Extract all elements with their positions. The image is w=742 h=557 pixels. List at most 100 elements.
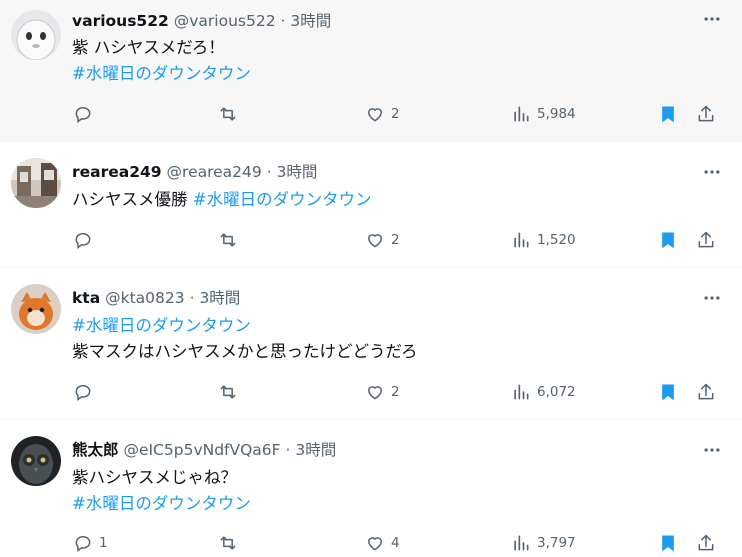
retweet-icon	[220, 233, 236, 247]
tweet[interactable]: rearea249 @rearea249 · 3時間 ハシヤスメ優勝 #水曜日の…	[0, 142, 742, 268]
user-handle[interactable]: @rearea249	[167, 163, 262, 181]
views-button[interactable]: 1,520	[511, 230, 576, 250]
retweet-button[interactable]	[218, 382, 238, 402]
views-icon	[514, 232, 529, 248]
reply-icon	[75, 232, 91, 250]
reply-icon	[75, 535, 91, 553]
views-icon	[514, 106, 529, 122]
tweet-text: ハシヤスメ優勝 #水曜日のダウンタウン	[72, 188, 372, 212]
like-count: 4	[391, 535, 400, 551]
display-name[interactable]: rearea249	[72, 163, 162, 181]
user-handle[interactable]: @eIC5p5vNdfVQa6F	[123, 441, 280, 459]
more-options-button[interactable]	[698, 162, 726, 182]
separator-dot: ·	[280, 12, 286, 30]
retweet-button[interactable]	[218, 533, 238, 553]
like-count: 2	[391, 232, 400, 248]
views-button[interactable]: 6,072	[511, 382, 576, 402]
bookmark-button[interactable]	[658, 104, 678, 124]
view-count: 6,072	[537, 384, 576, 400]
reply-button[interactable]	[73, 382, 99, 402]
bookmark-icon	[662, 232, 674, 249]
hashtag-link[interactable]: #水曜日のダウンタウン	[193, 190, 372, 209]
share-button[interactable]	[696, 104, 716, 124]
reply-icon	[75, 384, 91, 402]
retweet-icon	[220, 107, 236, 121]
hashtag-link[interactable]: #水曜日のダウンタウン	[72, 314, 251, 338]
tweet-actions: 2 5,984	[0, 104, 742, 128]
like-count: 2	[391, 106, 400, 122]
share-icon	[698, 105, 714, 122]
more-options-button[interactable]	[698, 9, 726, 29]
tweet[interactable]: various522 @various522 · 3時間 紫 ハシヤスメだろ！ …	[0, 0, 742, 142]
display-name[interactable]: kta	[72, 289, 100, 307]
view-count: 1,520	[537, 232, 576, 248]
separator-dot: ·	[266, 163, 272, 181]
more-icon	[704, 17, 720, 21]
display-name[interactable]: various522	[72, 12, 169, 30]
display-name[interactable]: 熊太郎	[72, 441, 119, 459]
like-button[interactable]: 2	[365, 104, 400, 124]
reply-count: 1	[99, 535, 108, 551]
more-options-button[interactable]	[698, 288, 726, 308]
timestamp[interactable]: 3時間	[290, 12, 331, 30]
reply-button[interactable]: 1	[73, 533, 108, 553]
reply-button[interactable]	[73, 104, 99, 124]
tweet-actions: 2 1,520	[0, 230, 742, 254]
like-count: 2	[391, 384, 400, 400]
share-button[interactable]	[696, 230, 716, 250]
tweet-actions: 1 4 3,797	[0, 533, 742, 557]
views-button[interactable]: 3,797	[511, 533, 576, 553]
reply-button[interactable]	[73, 230, 99, 250]
views-button[interactable]: 5,984	[511, 104, 576, 124]
more-options-button[interactable]	[698, 440, 726, 460]
like-icon	[368, 537, 382, 551]
hashtag-link[interactable]: #水曜日のダウンタウン	[72, 492, 251, 516]
tweet[interactable]: 熊太郎 @eIC5p5vNdfVQa6F · 3時間 紫ハシヤスメじゃね？ #水…	[0, 420, 742, 555]
separator-dot: ·	[285, 441, 291, 459]
view-count: 5,984	[537, 106, 576, 122]
like-button[interactable]: 4	[365, 533, 400, 553]
view-count: 3,797	[537, 535, 576, 551]
retweet-icon	[220, 536, 236, 550]
tweet[interactable]: kta @kta0823 · 3時間 #水曜日のダウンタウン 紫マスクはハシヤス…	[0, 268, 742, 420]
bookmark-button[interactable]	[658, 382, 678, 402]
reply-icon	[75, 106, 91, 124]
tweet-text: 紫 ハシヤスメだろ！	[72, 38, 225, 57]
like-icon	[368, 234, 382, 248]
user-handle[interactable]: @kta0823	[105, 289, 185, 307]
like-button[interactable]: 2	[365, 382, 400, 402]
retweet-button[interactable]	[218, 104, 238, 124]
timestamp[interactable]: 3時間	[295, 441, 336, 459]
separator-dot: ·	[189, 289, 195, 307]
retweet-button[interactable]	[218, 230, 238, 250]
user-handle[interactable]: @various522	[174, 12, 276, 30]
share-button[interactable]	[696, 382, 716, 402]
share-icon	[698, 534, 714, 551]
tweet-text: 紫マスクはハシヤスメかと思ったけどどうだろ	[72, 342, 418, 361]
share-button[interactable]	[696, 533, 716, 553]
timestamp[interactable]: 3時間	[199, 289, 240, 307]
retweet-icon	[220, 385, 236, 399]
timestamp[interactable]: 3時間	[277, 163, 318, 181]
share-icon	[698, 231, 714, 248]
timeline-feed: various522 @various522 · 3時間 紫 ハシヤスメだろ！ …	[0, 0, 742, 555]
tweet-actions: 2 6,072	[0, 382, 742, 406]
like-icon	[368, 108, 382, 122]
avatar[interactable]	[11, 284, 61, 334]
share-icon	[698, 383, 714, 400]
like-icon	[368, 386, 382, 400]
avatar[interactable]	[11, 10, 61, 60]
tweet-text: 紫ハシヤスメじゃね？	[72, 468, 237, 487]
avatar[interactable]	[11, 436, 61, 486]
more-icon	[704, 296, 720, 300]
bookmark-button[interactable]	[658, 533, 678, 553]
more-icon	[704, 170, 720, 174]
views-icon	[514, 384, 529, 400]
bookmark-button[interactable]	[658, 230, 678, 250]
bookmark-icon	[662, 106, 674, 123]
tweet-text-plain: ハシヤスメ優勝	[72, 190, 188, 209]
hashtag-link[interactable]: #水曜日のダウンタウン	[72, 62, 251, 86]
avatar[interactable]	[11, 158, 61, 208]
like-button[interactable]: 2	[365, 230, 400, 250]
more-icon	[704, 448, 720, 452]
